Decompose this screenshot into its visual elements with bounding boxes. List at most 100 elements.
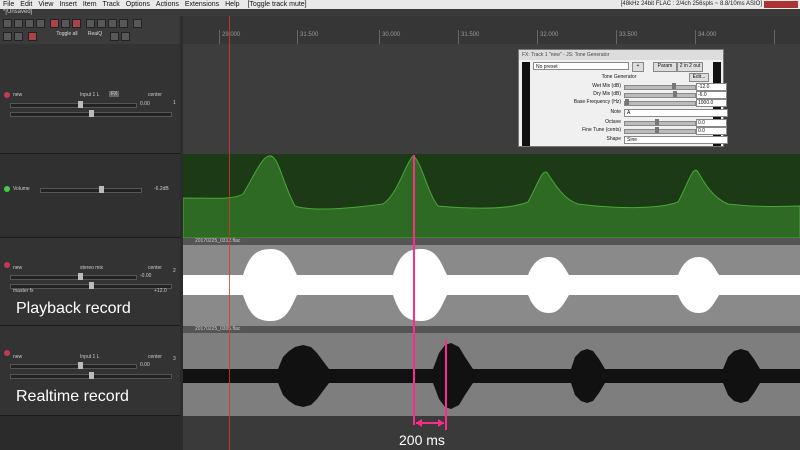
record-arm-button[interactable] <box>4 262 10 268</box>
param-slider-knob[interactable] <box>654 127 659 133</box>
track-input[interactable]: stereo mix <box>80 265 103 271</box>
param-slider[interactable] <box>624 119 696 126</box>
undo-icon[interactable] <box>36 19 45 28</box>
new-icon[interactable] <box>3 19 12 28</box>
marker-icon[interactable] <box>119 19 128 28</box>
volume-fader[interactable] <box>10 101 137 108</box>
track-name[interactable]: new <box>13 265 22 271</box>
pan-slider-knob[interactable] <box>89 282 94 289</box>
volume-fader-knob[interactable] <box>77 273 83 280</box>
envelope-icon[interactable] <box>108 19 117 28</box>
pan-mode[interactable]: center <box>148 265 162 271</box>
track-2[interactable]: new stereo mix center -0.00 master fx +1… <box>0 238 180 326</box>
pan-slider-knob[interactable] <box>89 372 94 379</box>
split-icon[interactable] <box>121 32 130 41</box>
volume-fader[interactable] <box>10 273 137 280</box>
track-3[interactable]: new Input 1 L center 0.00 3 Realtime rec… <box>0 326 180 416</box>
playback-record-lane[interactable]: 20170225_0312.flac <box>183 238 800 326</box>
io-button[interactable]: 2 in 2 out <box>677 62 703 72</box>
param-value[interactable]: -12.0 <box>696 83 727 91</box>
envelope-active-icon[interactable] <box>4 186 10 192</box>
lock-icon[interactable] <box>86 19 95 28</box>
param-slider[interactable] <box>624 83 696 90</box>
edit-cursor[interactable] <box>229 16 230 450</box>
envelope-lane[interactable] <box>183 154 800 238</box>
menu-help[interactable]: Help <box>222 0 242 9</box>
playback-waveform <box>183 249 800 321</box>
param-slider-knob[interactable] <box>673 91 678 97</box>
fx-window-title[interactable]: FX: Track 1 "new" - JS: Tone Generator <box>519 50 723 60</box>
shape-dropdown[interactable]: Sine <box>624 136 728 144</box>
ripple-icon[interactable] <box>72 19 81 28</box>
param-slider[interactable] <box>624 91 696 98</box>
performance-meter[interactable] <box>764 1 798 8</box>
param-slider-knob[interactable] <box>672 83 676 89</box>
param-value[interactable]: 1000.0 <box>696 99 727 107</box>
record-arm-icon[interactable] <box>28 32 37 41</box>
param-button[interactable]: Param <box>653 62 677 72</box>
zoom-icon[interactable] <box>133 19 142 28</box>
menu-edit[interactable]: Edit <box>17 0 35 9</box>
preset-dropdown[interactable]: No preset <box>533 62 629 70</box>
volume-envelope-lane[interactable]: Volume -6.2dB <box>0 154 180 238</box>
pan-slider[interactable] <box>10 110 172 117</box>
audio-status[interactable]: [48kHz 24bit FLAC : 2/4ch 256spls ~ 8.8/… <box>621 0 762 9</box>
note-dropdown[interactable]: A <box>624 109 728 117</box>
param-slider-knob[interactable] <box>654 119 659 125</box>
toggle-all-button[interactable]: Toggle all <box>52 31 82 37</box>
param-slider-knob[interactable] <box>625 99 630 105</box>
envelope-fader[interactable] <box>40 186 142 193</box>
param-slider[interactable] <box>624 99 696 106</box>
menu-item[interactable]: Item <box>80 0 100 9</box>
param-slider[interactable] <box>624 127 696 134</box>
realtime-record-lane[interactable]: 20170225_0305.flac <box>183 326 800 416</box>
menu-extensions[interactable]: Extensions <box>182 0 222 9</box>
menu-file[interactable]: File <box>0 0 17 9</box>
pan-slider[interactable] <box>10 372 172 379</box>
track-input[interactable]: Input 1 L <box>80 354 99 360</box>
save-icon[interactable] <box>25 19 34 28</box>
project-tab[interactable]: *[Unsaved] <box>0 9 800 16</box>
edit-button[interactable]: Edit... <box>689 73 709 82</box>
record-arm-button[interactable] <box>4 350 10 356</box>
measurement-label: 200 ms <box>399 432 445 448</box>
realtime-item-header[interactable]: 20170225_0305.flac <box>183 326 800 333</box>
pan-slider[interactable] <box>10 282 172 289</box>
record-arm-button[interactable] <box>4 92 10 98</box>
menu-view[interactable]: View <box>35 0 56 9</box>
menu-options[interactable]: Options <box>123 0 153 9</box>
pan-slider-knob[interactable] <box>89 110 94 117</box>
ruler-label: 30.000 <box>382 32 401 38</box>
envelope-fader-knob[interactable] <box>99 186 104 193</box>
track-input[interactable]: Input 1 L <box>80 92 99 98</box>
menu-actions[interactable]: Actions <box>153 0 182 9</box>
track-name[interactable]: new <box>13 92 22 98</box>
track-1[interactable]: new Input 1 L FX center 0.00 1 <box>0 44 180 154</box>
param-value[interactable]: 0.0 <box>696 119 727 127</box>
metronome-icon[interactable] <box>50 19 59 28</box>
realq-button[interactable]: RealQ <box>84 31 106 37</box>
volume-fader[interactable] <box>10 362 137 369</box>
menu-track[interactable]: Track <box>100 0 123 9</box>
snap-icon[interactable] <box>61 19 70 28</box>
grid-icon[interactable] <box>97 19 106 28</box>
routing-icon[interactable] <box>14 32 23 41</box>
add-preset-button[interactable]: + <box>632 62 644 72</box>
volume-fader-knob[interactable] <box>77 362 83 369</box>
mixer-icon[interactable] <box>3 32 12 41</box>
scissors-icon[interactable] <box>110 32 119 41</box>
pan-mode[interactable]: center <box>148 92 162 98</box>
param-value[interactable]: -6.0 <box>696 91 727 99</box>
param-value[interactable]: 0.0 <box>696 127 727 135</box>
volume-fader-knob[interactable] <box>77 101 83 108</box>
menu-insert[interactable]: Insert <box>56 0 80 9</box>
pan-mode[interactable]: center <box>148 354 162 360</box>
empty-track-area[interactable] <box>0 416 180 450</box>
open-icon[interactable] <box>14 19 23 28</box>
fx-button[interactable]: FX <box>109 91 120 97</box>
timeline-ruler[interactable]: 29.000 31.500 30.000 31.500 32.000 33.50… <box>183 16 800 44</box>
track-name[interactable]: new <box>13 354 22 360</box>
playback-item-header[interactable]: 20170225_0312.flac <box>183 238 800 245</box>
empty-lane[interactable] <box>183 416 800 450</box>
fx-window[interactable]: FX: Track 1 "new" - JS: Tone Generator N… <box>518 49 728 147</box>
